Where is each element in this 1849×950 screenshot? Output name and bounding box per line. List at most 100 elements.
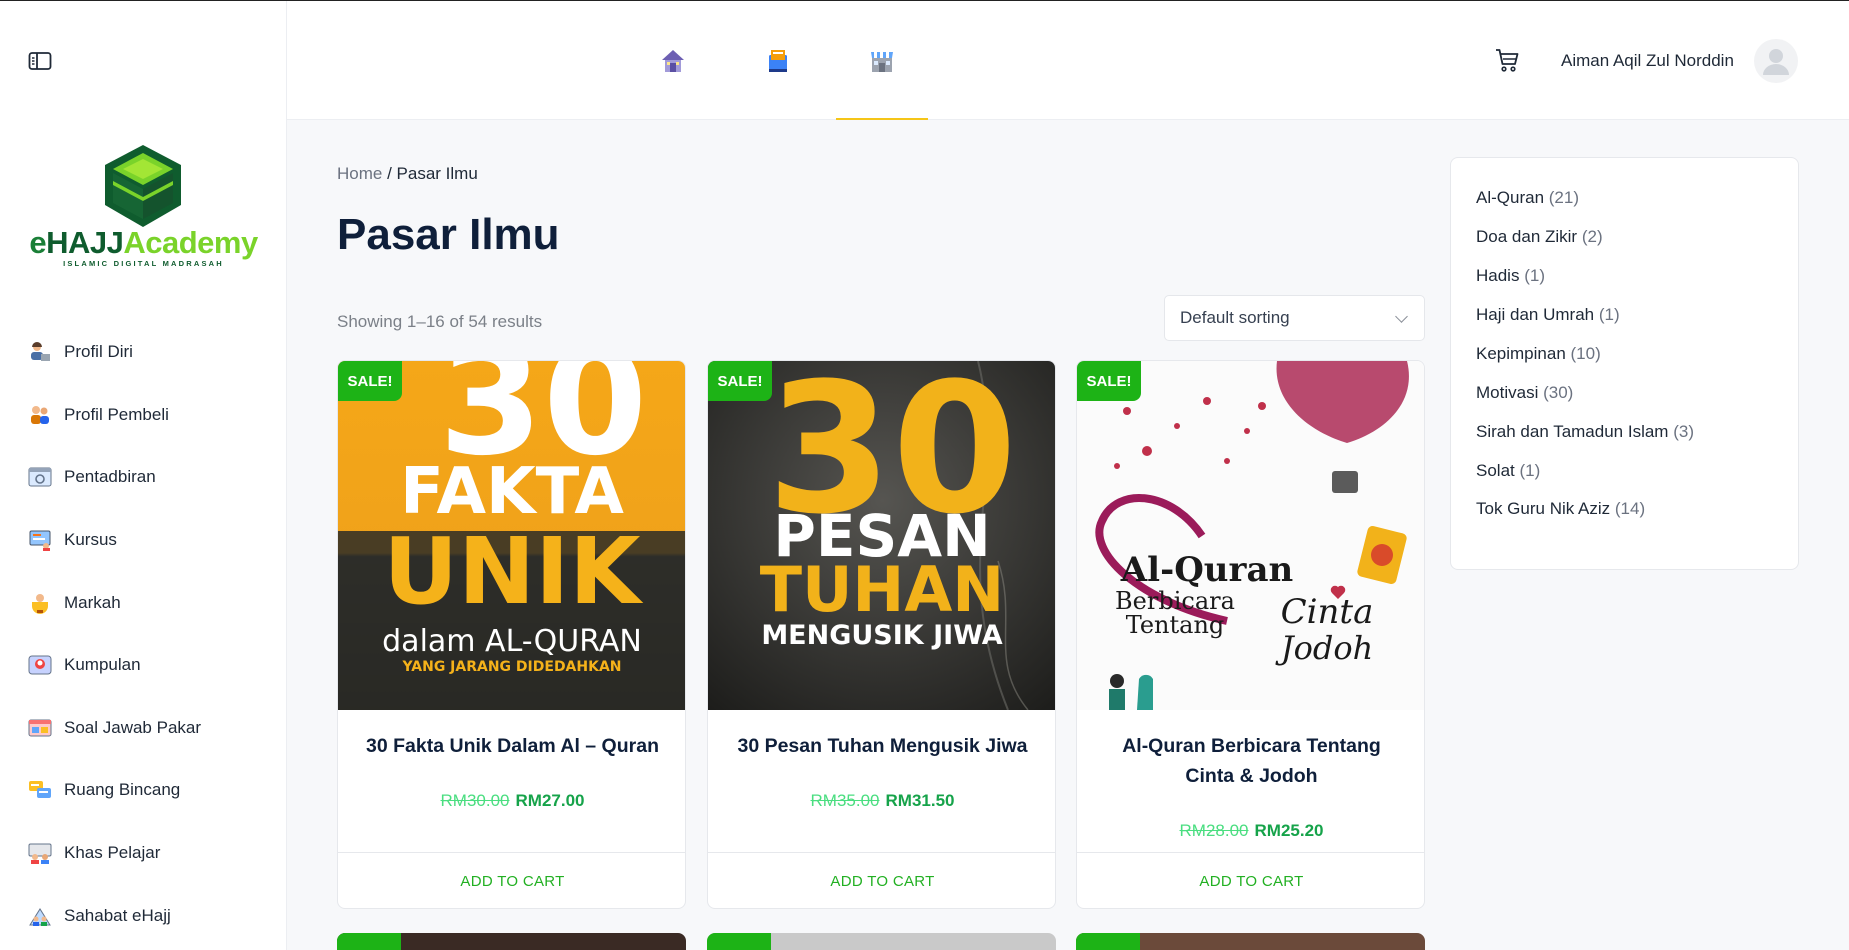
admin-window-icon [28, 467, 52, 487]
breadcrumb-home-link[interactable]: Home [337, 164, 382, 183]
sidebar-item-sahabat-ehajj[interactable]: Sahabat eHajj [0, 884, 287, 947]
friends-icon [29, 907, 51, 926]
trophy-icon [32, 593, 48, 614]
main-content: Home / Pasar Ilmu Pasar Ilmu Showing 1–1… [337, 120, 1425, 950]
sidebar-item-kursus[interactable]: Kursus [0, 509, 287, 572]
students-icon [28, 843, 52, 865]
result-count: Showing 1–16 of 54 results [337, 312, 543, 331]
add-to-cart-button[interactable]: ADD TO CART [708, 853, 1055, 908]
category-link[interactable]: Tok Guru Nik Aziz (14) [1476, 499, 1645, 519]
sale-badge [1076, 933, 1140, 950]
add-to-cart-button[interactable]: ADD TO CART [1077, 853, 1424, 908]
product-old-price: RM28.00 [1179, 821, 1249, 840]
sidebar-item-ruang-bincang[interactable]: Ruang Bincang [0, 759, 287, 822]
book-cover-30-pesan-tuhan: 30 PESAN TUHAN MENGUSIK JIWA [708, 361, 1055, 710]
product-sale-price: RM25.20 [1254, 821, 1324, 840]
product-title[interactable]: 30 Pesan Tuhan Mengusik Jiwa [728, 731, 1037, 761]
category-link[interactable]: Doa dan Zikir (2) [1476, 227, 1603, 247]
tab-home[interactable] [627, 1, 719, 120]
shop-icon [871, 51, 893, 72]
product-price: RM28.00 RM25.20 [1077, 821, 1424, 841]
product-price: RM35.00 RM31.50 [708, 791, 1055, 811]
expert-qa-icon [28, 719, 52, 737]
sale-badge: SALE! [338, 361, 402, 401]
category-link[interactable]: Haji dan Umrah (1) [1476, 305, 1620, 325]
book-icon [769, 49, 787, 72]
product-sale-price: RM27.00 [515, 791, 585, 810]
product-price: RM30.00 RM27.00 [338, 791, 685, 811]
sidebar-item-profil-pembeli[interactable]: Profil Pembeli [0, 384, 287, 447]
product-sale-price: RM31.50 [885, 791, 955, 810]
sort-select[interactable]: Default sorting [1164, 295, 1425, 341]
sale-badge: SALE! [1077, 361, 1141, 401]
product-title[interactable]: 30 Fakta Unik Dalam Al – Quran [358, 731, 667, 761]
svg-text:UNIK: UNIK [383, 518, 644, 625]
tab-books[interactable] [732, 1, 824, 120]
category-link[interactable]: Motivasi (30) [1476, 383, 1573, 403]
sidebar-item-kumpulan[interactable]: Kumpulan [0, 634, 287, 697]
cart-icon[interactable] [1494, 47, 1520, 73]
svg-text:Jodoh: Jodoh [1275, 629, 1373, 667]
product-card[interactable]: 30 PESAN TUHAN MENGUSIK JIWA SALE! 30 Pe… [707, 360, 1056, 909]
sale-badge: SALE! [708, 361, 772, 401]
ehajj-academy-logo[interactable]: eHAJJAcademy ISLAMIC DIGITAL MADRASAH [26, 141, 261, 271]
home-icon [662, 49, 684, 72]
top-header: Aiman Aqil Zul Norddin [287, 1, 1849, 120]
window-top-border [0, 0, 1849, 1]
svg-text:Tentang: Tentang [1126, 611, 1225, 639]
avatar[interactable] [1754, 39, 1798, 83]
product-old-price: RM30.00 [440, 791, 510, 810]
page-title: Pasar Ilmu [337, 210, 560, 259]
product-card[interactable]: Al-Quran Berbicara Tentang Cinta Jodoh S… [1076, 360, 1425, 909]
user-profile-icon [31, 342, 50, 362]
svg-text:dalam AL-QURAN: dalam AL-QURAN [382, 624, 642, 659]
user-avatar-icon [1763, 49, 1789, 75]
sidebar-item-profil-diri[interactable]: Profil Diri [0, 321, 287, 384]
product-image[interactable]: 30 FAKTA UNIK dalam AL-QURAN YANG JARANG… [338, 361, 685, 710]
book-cover-al-quran-cinta-jodoh: Al-Quran Berbicara Tentang Cinta Jodoh [1077, 361, 1424, 710]
breadcrumb: Home / Pasar Ilmu [337, 164, 478, 184]
sidebar-toggle-icon[interactable] [28, 51, 52, 71]
product-card-next-row[interactable] [707, 933, 1056, 950]
user-name[interactable]: Aiman Aqil Zul Norddin [1561, 51, 1734, 71]
svg-text:TUHAN: TUHAN [760, 553, 1004, 626]
breadcrumb-separator: / [382, 164, 397, 183]
product-old-price: RM35.00 [810, 791, 880, 810]
kaaba-cube-icon [105, 145, 181, 227]
category-link[interactable]: Sirah dan Tamadun Islam (3) [1476, 422, 1694, 442]
sidebar-nav: Profil Diri Profil Pembeli Pentadbiran K… [0, 321, 287, 947]
course-board-icon [29, 530, 51, 552]
sidebar-item-khas-pelajar[interactable]: Khas Pelajar [0, 822, 287, 885]
logo-tagline: ISLAMIC DIGITAL MADRASAH [63, 259, 224, 268]
book-cover-30-fakta-unik: 30 FAKTA UNIK dalam AL-QURAN YANG JARANG… [338, 361, 685, 710]
sidebar-item-soal-jawab-pakar[interactable]: Soal Jawab Pakar [0, 697, 287, 760]
add-to-cart-button[interactable]: ADD TO CART [338, 853, 685, 908]
sidebar: eHAJJAcademy ISLAMIC DIGITAL MADRASAH Pr… [0, 1, 287, 950]
product-image[interactable]: Al-Quran Berbicara Tentang Cinta Jodoh S… [1077, 361, 1424, 710]
product-card-next-row[interactable] [1076, 933, 1425, 950]
svg-text:Cinta: Cinta [1281, 592, 1374, 632]
tab-shop[interactable] [836, 1, 928, 120]
sidebar-item-pentadbiran[interactable]: Pentadbiran [0, 446, 287, 509]
group-icon [28, 655, 52, 675]
category-link[interactable]: Solat (1) [1476, 461, 1540, 481]
breadcrumb-current: Pasar Ilmu [396, 164, 478, 183]
product-card-next-row[interactable] [337, 933, 686, 950]
sort-select-value: Default sorting [1180, 308, 1290, 327]
product-title[interactable]: Al-Quran Berbicara Tentang Cinta & Jodoh [1097, 731, 1406, 791]
sale-badge [337, 933, 401, 950]
svg-text:YANG JARANG DIDEDAHKAN: YANG JARANG DIDEDAHKAN [401, 659, 621, 675]
category-link[interactable]: Kepimpinan (10) [1476, 344, 1601, 364]
buyer-profile-icon [31, 405, 49, 424]
category-link[interactable]: Hadis (1) [1476, 266, 1545, 286]
product-image[interactable]: 30 PESAN TUHAN MENGUSIK JIWA SALE! [708, 361, 1055, 710]
svg-text:MENGUSIK JIWA: MENGUSIK JIWA [761, 620, 1002, 651]
logo-wordmark: eHAJJAcademy [29, 225, 258, 260]
sidebar-item-markah[interactable]: Markah [0, 571, 287, 634]
product-categories-widget: Al-Quran (21) Doa dan Zikir (2) Hadis (1… [1450, 157, 1799, 570]
chevron-down-icon [1395, 310, 1408, 323]
discussion-icon [29, 781, 51, 799]
sale-badge [707, 933, 771, 950]
product-card[interactable]: 30 FAKTA UNIK dalam AL-QURAN YANG JARANG… [337, 360, 686, 909]
category-link[interactable]: Al-Quran (21) [1476, 188, 1579, 208]
